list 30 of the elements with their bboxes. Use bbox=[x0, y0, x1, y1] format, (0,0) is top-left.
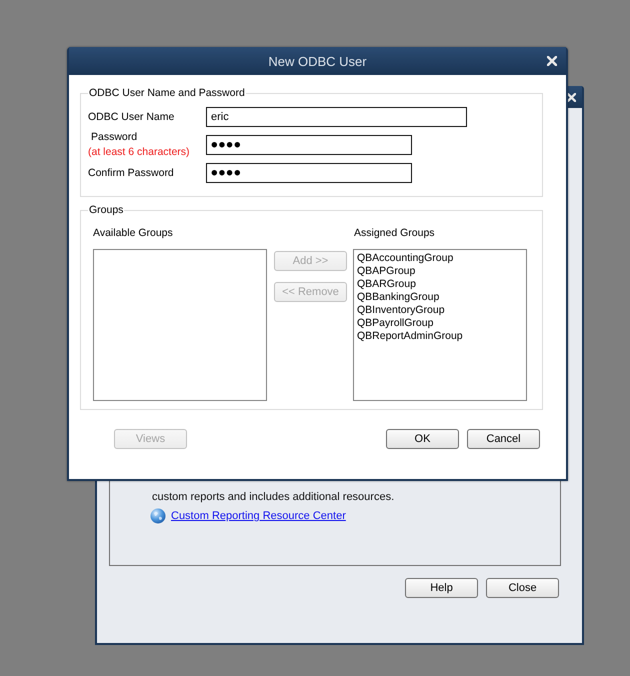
list-item[interactable]: QBAPGroup bbox=[357, 265, 523, 278]
list-item[interactable]: QBARGroup bbox=[357, 278, 523, 291]
list-item[interactable]: QBAccountingGroup bbox=[357, 252, 523, 265]
field-label: Password bbox=[90, 130, 138, 145]
help-button[interactable]: Help bbox=[405, 578, 478, 598]
close-icon[interactable] bbox=[547, 56, 557, 66]
list-label: Assigned Groups bbox=[353, 227, 436, 240]
field-label: ODBC User Name bbox=[88, 110, 176, 124]
cancel-button[interactable]: Cancel bbox=[467, 429, 540, 449]
resource-center-link[interactable]: Custom Reporting Resource Center bbox=[171, 510, 346, 522]
description-text: custom reports and includes additional resources. bbox=[152, 490, 396, 505]
globe-icon bbox=[150, 508, 166, 524]
list-item[interactable]: QBReportAdminGroup bbox=[357, 330, 523, 343]
password-hint: (at least 6 characters) bbox=[88, 145, 191, 160]
close-button[interactable]: Close bbox=[486, 578, 559, 598]
password-field[interactable]: •••• bbox=[206, 135, 412, 155]
list-item[interactable]: QBInventoryGroup bbox=[357, 304, 523, 317]
list-label: Available Groups bbox=[93, 227, 174, 240]
list-item[interactable]: QBPayrollGroup bbox=[357, 317, 523, 330]
close-icon[interactable] bbox=[567, 92, 576, 102]
group-title: ODBC User Name and Password bbox=[88, 87, 246, 100]
group-title: Groups bbox=[88, 204, 124, 217]
user-name-field[interactable]: eric bbox=[206, 107, 467, 127]
dialog-title: New ODBC User bbox=[268, 54, 367, 68]
ok-button[interactable]: OK bbox=[386, 429, 459, 449]
list-item[interactable]: QBBankingGroup bbox=[357, 291, 523, 304]
confirm-password-field[interactable]: •••• bbox=[206, 163, 412, 183]
available-groups-list[interactable] bbox=[93, 249, 267, 401]
field-label: Confirm Password bbox=[88, 166, 175, 180]
assigned-groups-list[interactable]: QBAccountingGroup QBAPGroup QBARGroup QBBankingGroup QBInventoryGroup QBPayrollGroup QBReportAdminGroup bbox=[353, 249, 527, 401]
